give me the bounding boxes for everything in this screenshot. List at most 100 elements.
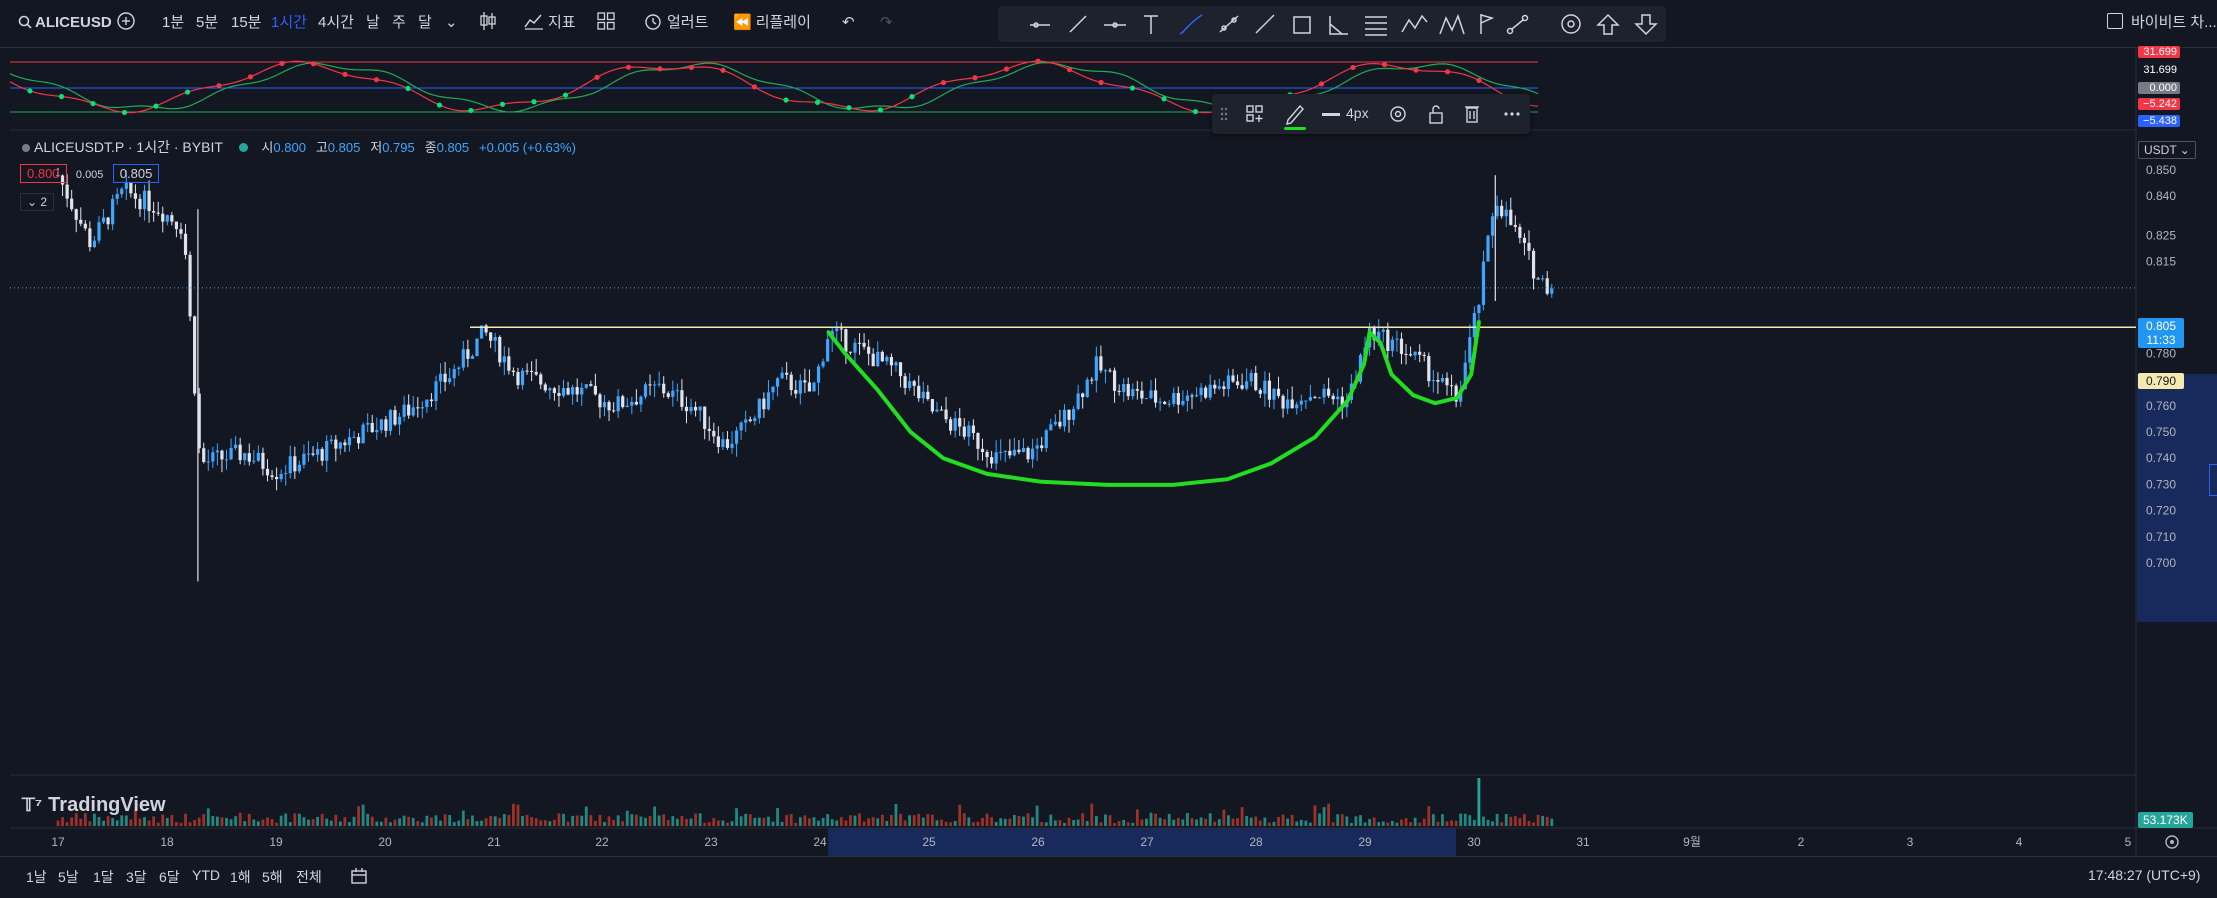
volume-bar xyxy=(730,821,734,826)
lock-icon[interactable] xyxy=(1429,105,1443,124)
drag-handle-icon[interactable] xyxy=(1220,107,1228,121)
range-2[interactable]: 1달 xyxy=(93,867,114,887)
volume-bar xyxy=(949,822,953,826)
candle-body xyxy=(379,419,383,431)
volume-bar xyxy=(753,817,757,826)
volume-bar xyxy=(1345,816,1349,826)
candle-body xyxy=(1536,278,1540,280)
candle-body xyxy=(1208,384,1212,398)
volume-bar xyxy=(1158,817,1162,826)
trash-icon[interactable] xyxy=(1465,106,1479,123)
clock-label[interactable]: 17:48:27 (UTC+9) xyxy=(2088,867,2200,883)
range-8[interactable]: 전체 xyxy=(296,867,322,887)
add-to-template-icon[interactable] xyxy=(1246,105,1263,122)
candle-body xyxy=(397,416,402,425)
currency-select[interactable]: USDT ⌄ xyxy=(2138,141,2196,159)
volume-bar xyxy=(830,819,834,826)
volume-bar xyxy=(1258,820,1262,826)
volume-bar xyxy=(288,822,292,826)
candle-body xyxy=(908,381,912,388)
axis-settings-icon[interactable] xyxy=(2165,835,2179,849)
line-width-label[interactable]: 4px xyxy=(1346,105,1369,121)
range-4[interactable]: 6달 xyxy=(159,867,180,887)
tv-logo-icon: 𝕋⁷ xyxy=(22,795,43,815)
bid-ask-row: 0.800 0.005 0.805 xyxy=(20,164,160,183)
candle-body xyxy=(429,399,434,402)
range-1[interactable]: 5날 xyxy=(58,867,79,887)
volume-bar xyxy=(279,815,283,826)
candle-body xyxy=(1167,403,1171,405)
volume-bar xyxy=(188,822,192,826)
line-width-icon[interactable] xyxy=(1322,113,1340,116)
volume-bar xyxy=(1236,818,1239,826)
volume-bar xyxy=(662,814,666,826)
candle-body xyxy=(420,407,424,409)
volume-bar xyxy=(320,813,324,826)
volume-bar xyxy=(981,818,984,826)
date-range-button[interactable] xyxy=(350,867,368,885)
candle-body xyxy=(434,381,438,402)
candle-body xyxy=(252,460,256,462)
candle-body xyxy=(161,213,165,222)
volume-bar xyxy=(1113,822,1116,826)
osc-cross-dot xyxy=(279,60,285,66)
cup-and-handle-drawing[interactable] xyxy=(826,320,1481,487)
volume-bar xyxy=(1012,814,1016,826)
candle-body xyxy=(261,452,265,469)
settings-gear-icon[interactable] xyxy=(1390,106,1406,122)
candle-body xyxy=(803,380,807,383)
volume-bar xyxy=(1272,821,1276,826)
candle-body xyxy=(844,329,848,352)
current-price-tag: 0.805 11:33 xyxy=(2138,318,2184,348)
volume-bar xyxy=(1486,819,1490,826)
more-icon[interactable] xyxy=(1504,112,1520,116)
volume-bar xyxy=(1527,821,1531,826)
range-6[interactable]: 1해 xyxy=(230,867,251,887)
candle-body xyxy=(347,437,352,446)
volume-bar xyxy=(1049,814,1053,826)
candle-body xyxy=(443,373,447,383)
candle-body xyxy=(871,353,875,367)
candle-body xyxy=(1436,380,1440,382)
volume-bar xyxy=(1076,819,1080,826)
volume-bar xyxy=(849,815,852,826)
volume-bar xyxy=(1491,821,1494,826)
candle-body xyxy=(1053,421,1057,425)
candle-body xyxy=(621,396,625,408)
volume-bar xyxy=(1022,816,1025,826)
range-3[interactable]: 3달 xyxy=(126,867,147,887)
range-5[interactable]: YTD xyxy=(192,867,220,883)
volume-bar xyxy=(657,815,661,826)
volume-bar xyxy=(767,816,770,826)
candle-body xyxy=(1140,390,1144,399)
volume-bar xyxy=(256,821,260,826)
legend-collapse-button[interactable]: ⌄ 2 xyxy=(20,193,55,211)
candle-body xyxy=(1058,421,1062,427)
candle-body xyxy=(680,390,684,407)
candle-body xyxy=(92,240,97,248)
candle-body xyxy=(1217,386,1221,389)
candle-body xyxy=(571,387,575,395)
candle-body xyxy=(1153,390,1158,403)
candle-body xyxy=(807,382,812,392)
volume-bar xyxy=(817,820,820,826)
range-7[interactable]: 5해 xyxy=(262,867,283,887)
candle-body xyxy=(1390,339,1394,351)
candle-body xyxy=(990,457,994,464)
volume-spike xyxy=(1477,778,1481,826)
range-0[interactable]: 1날 xyxy=(26,867,47,887)
volume-bar xyxy=(826,814,830,826)
volume-bar xyxy=(1463,813,1467,826)
bid-button[interactable]: 0.800 xyxy=(20,164,67,183)
volume-bar xyxy=(393,819,397,826)
pencil-color-icon[interactable] xyxy=(1284,104,1306,130)
candle-body xyxy=(939,409,944,411)
candle-body xyxy=(120,188,124,195)
price-tick-0: 0.850 xyxy=(2146,163,2176,177)
volume-bar xyxy=(1340,814,1344,826)
chart-canvas[interactable]: 0.8500.8400.8250.8150.7900.7800.7700.760… xyxy=(0,0,2217,897)
ask-button[interactable]: 0.805 xyxy=(112,164,160,183)
candle-body xyxy=(1308,397,1312,401)
scroll-handle[interactable] xyxy=(2209,464,2217,496)
candle-body xyxy=(862,342,866,347)
